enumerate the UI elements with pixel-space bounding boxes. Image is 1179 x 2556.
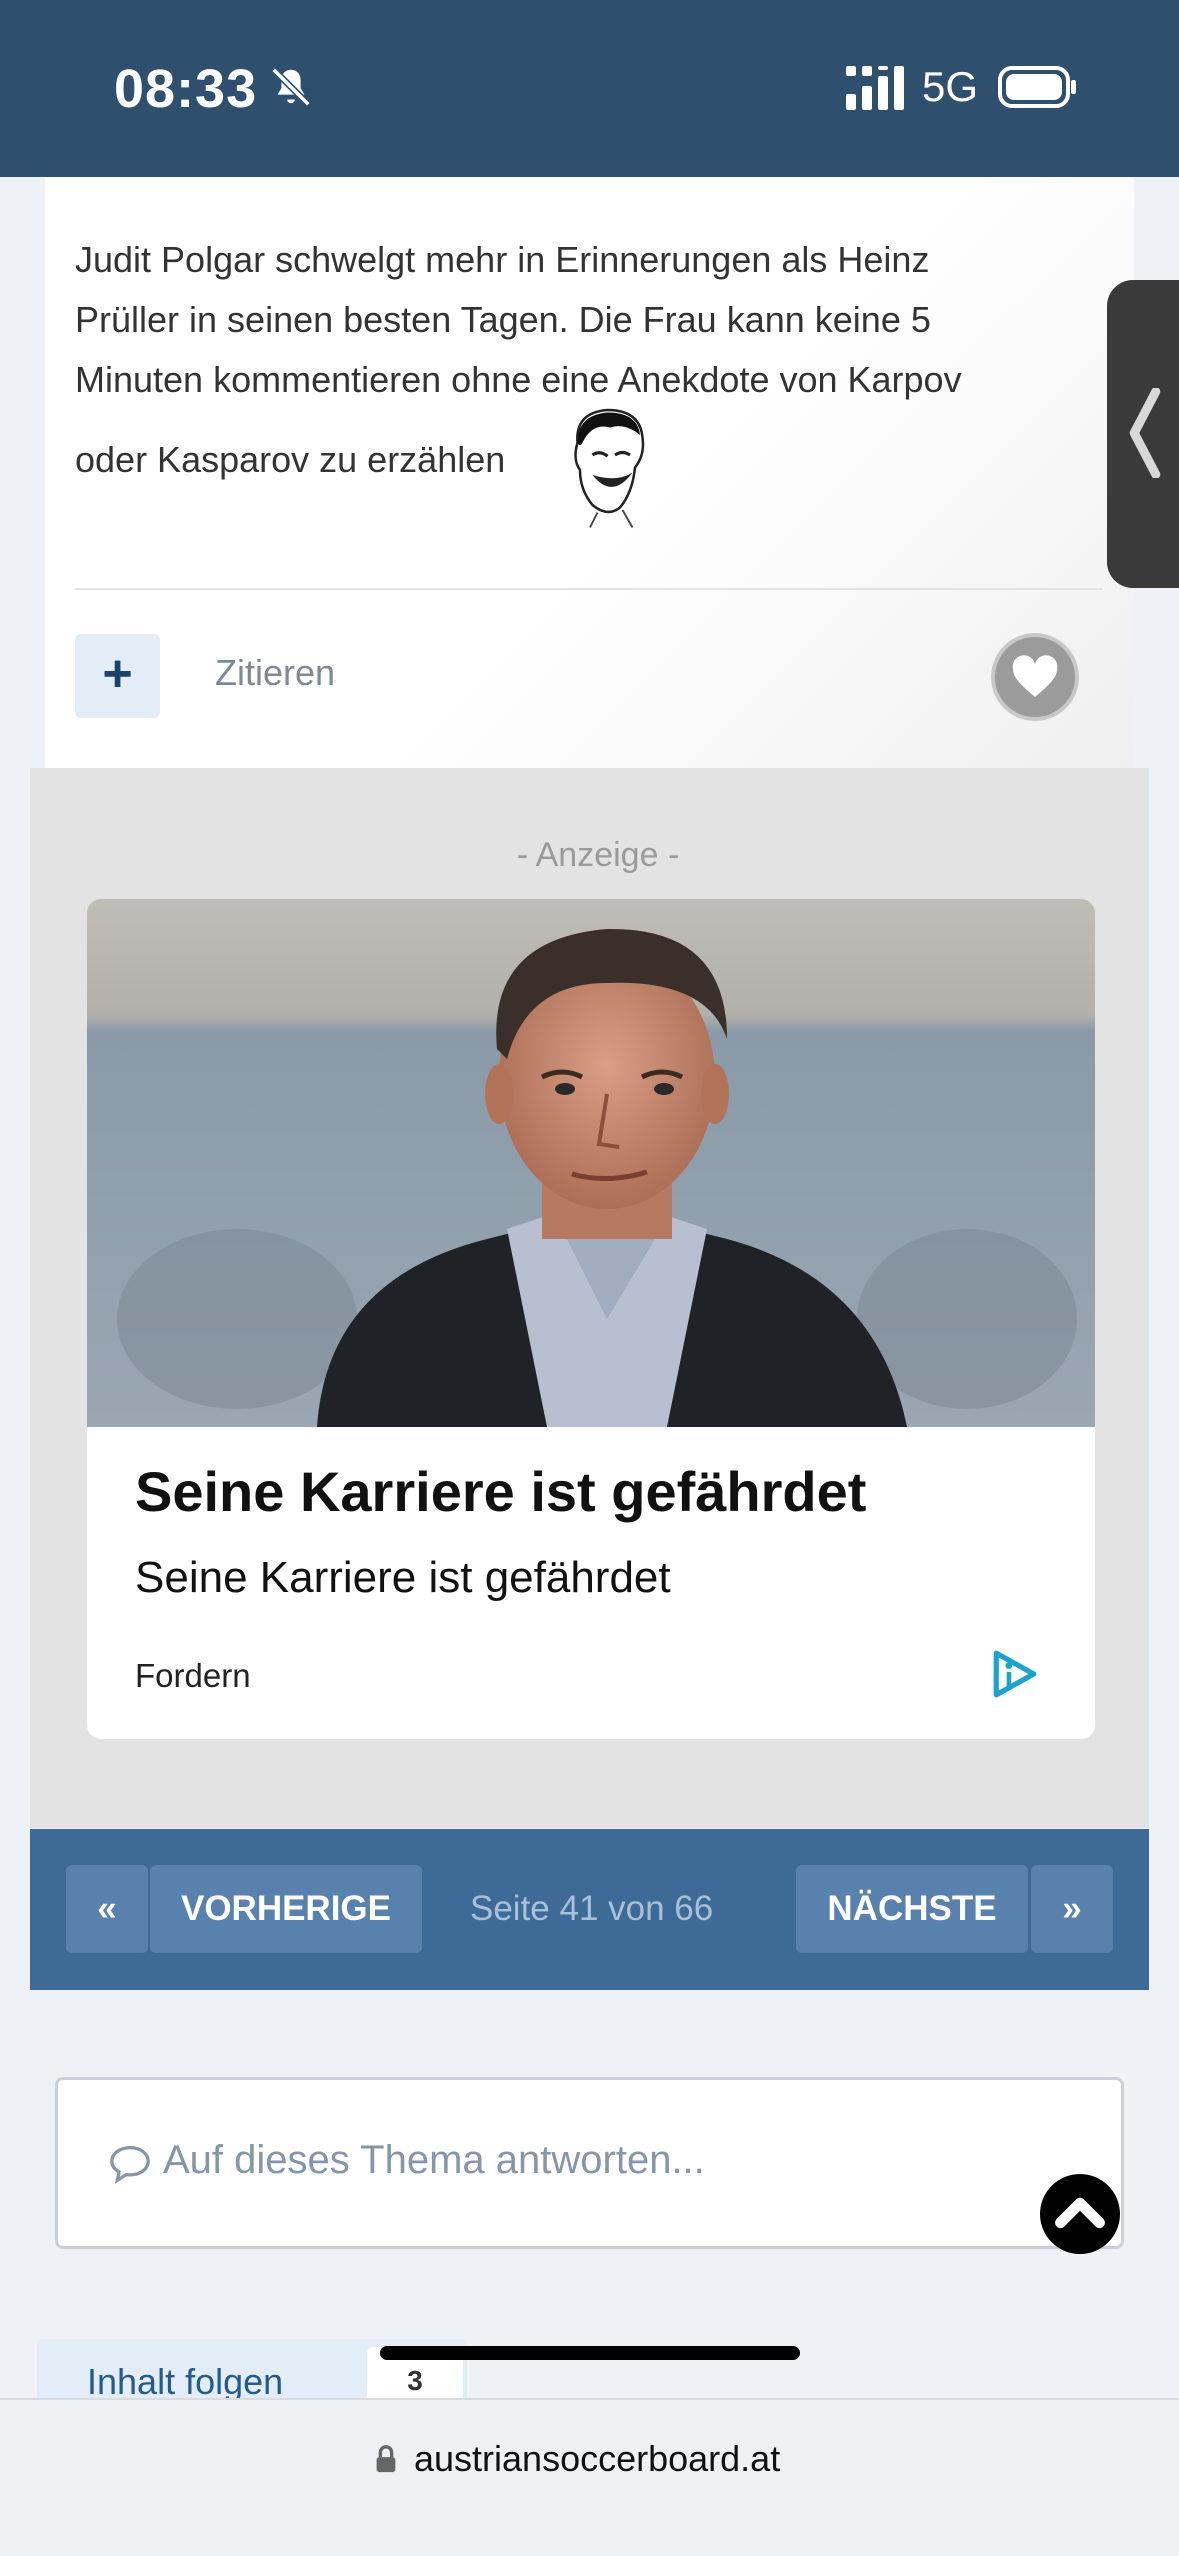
status-bar: 08:33 5G [0, 0, 1179, 177]
reply-input[interactable]: Auf dieses Thema antworten... [55, 2077, 1124, 2249]
heart-icon [1012, 655, 1058, 697]
status-time: 08:33 [114, 59, 258, 119]
side-drawer-tab[interactable] [1107, 280, 1179, 588]
reply-placeholder: Auf dieses Thema antworten... [163, 2138, 705, 2182]
comment-icon [110, 2145, 150, 2184]
url-text[interactable]: austriansoccerboard.at [414, 2438, 780, 2480]
post-text-line: Judit Polgar schwelgt mehr in Erinnerung… [75, 239, 930, 280]
next-page-button[interactable]: NÄCHSTE [796, 1865, 1028, 1953]
last-page-button[interactable]: » [1031, 1865, 1113, 1953]
ad-image[interactable] [87, 899, 1095, 1427]
bell-muted-icon [271, 67, 311, 107]
chevron-left-icon [1129, 388, 1161, 478]
post-text-line: oder Kasparov zu erzählen [75, 439, 506, 480]
scroll-to-top-button[interactable] [1040, 2174, 1120, 2254]
laughing-face-emoji-icon [574, 408, 645, 528]
ad-label: - Anzeige - [516, 836, 680, 874]
post-divider [75, 588, 1103, 590]
network-type: 5G [922, 63, 979, 110]
ad-headline[interactable]: Seine Karriere ist gefährdet [135, 1459, 866, 1524]
first-page-button[interactable]: « [66, 1865, 148, 1953]
follow-label: Inhalt folgen [87, 2361, 284, 2402]
lock-icon [376, 2445, 396, 2473]
battery-icon [998, 66, 1076, 108]
page-indicator[interactable]: Seite 41 von 66 [470, 1865, 713, 1953]
ad-card[interactable]: Seine Karriere ist gefährdet Seine Karri… [87, 899, 1095, 1739]
previous-page-button[interactable]: VORHERIGE [150, 1865, 422, 1953]
ad-subline: Seine Karriere ist gefährdet [135, 1553, 671, 1602]
quote-button[interactable]: Zitieren [215, 652, 335, 694]
add-button[interactable]: + [75, 634, 160, 718]
signal-icon [846, 66, 904, 110]
post-text-line: Prüller in seinen besten Tagen. Die Frau… [75, 299, 931, 340]
ad-source: Fordern [135, 1657, 251, 1694]
browser-address-bar[interactable]: austriansoccerboard.at [0, 2398, 1179, 2556]
pagination-bar: « VORHERIGE Seite 41 von 66 NÄCHSTE » [30, 1829, 1149, 1990]
home-indicator[interactable] [380, 2346, 800, 2360]
chevron-up-icon [1055, 2197, 1105, 2229]
ad-choices-icon[interactable] [990, 1649, 1040, 1699]
post-text-line: Minuten kommentieren ohne eine Anekdote … [75, 359, 962, 400]
like-button[interactable] [991, 633, 1079, 721]
